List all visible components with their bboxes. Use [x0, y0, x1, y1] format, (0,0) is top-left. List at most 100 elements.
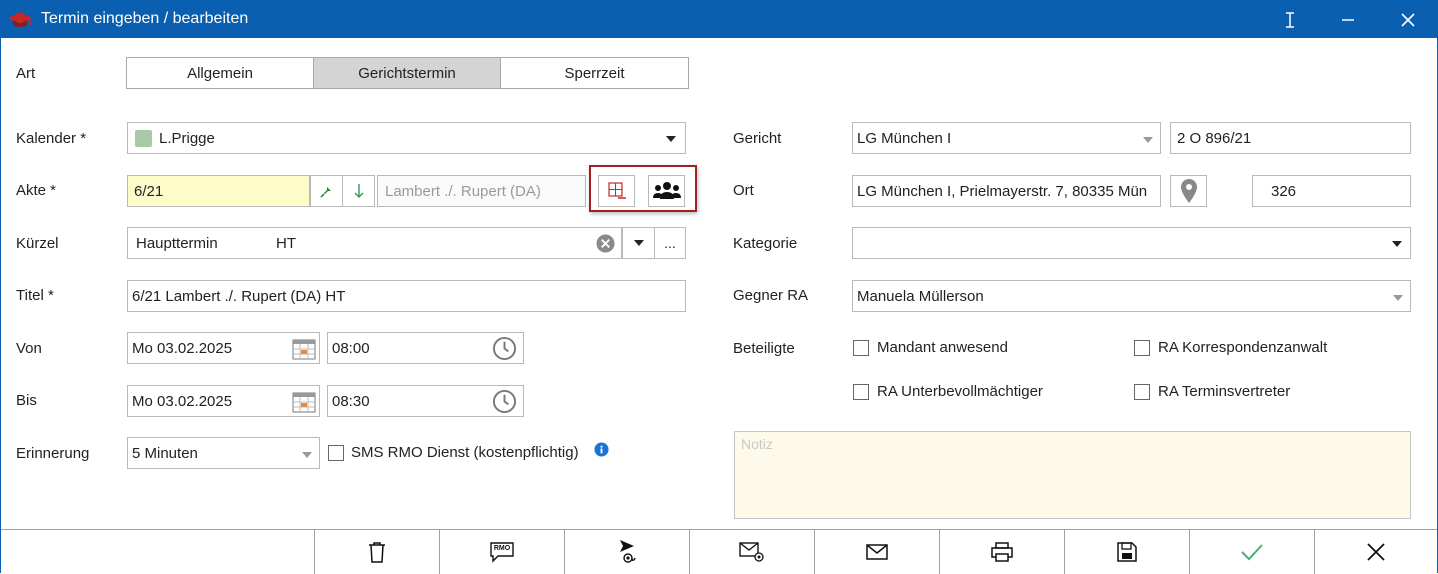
erinnerung-select[interactable]: 5 Minuten [127, 437, 320, 469]
terminsvertreter-checkbox[interactable] [1134, 384, 1150, 400]
bis-label: Bis [16, 392, 37, 409]
von-date: Mo 03.02.2025 [132, 340, 233, 357]
file-grid-icon [607, 182, 626, 199]
kategorie-label: Kategorie [733, 235, 798, 252]
room-value: 326 [1271, 183, 1297, 200]
sms-label: SMS RMO Dienst (kostenpflichtig) [351, 444, 579, 461]
art-label: Art [16, 65, 36, 82]
chevron-down-icon [1143, 137, 1153, 143]
minimize-button[interactable] [1319, 1, 1377, 38]
title-bar: Termin eingeben / bearbeiten [1, 1, 1437, 38]
titel-value: 6/21 Lambert ./. Rupert (DA) HT [132, 288, 346, 305]
bis-date: Mo 03.02.2025 [132, 393, 233, 410]
cancel-button[interactable] [1314, 530, 1437, 574]
email-button[interactable] [814, 530, 939, 574]
von-time-input[interactable]: 08:00 [327, 332, 524, 364]
aktenzeichen-value: 2 O 896/21 [1177, 130, 1252, 147]
von-label: Von [16, 340, 42, 357]
ort-input[interactable]: LG München I, Prielmayerstr. 7, 80335 Mü… [852, 175, 1161, 207]
bis-date-input[interactable]: Mo 03.02.2025 [127, 385, 320, 417]
participants-button[interactable] [648, 175, 685, 207]
kuerzel-label: Kürzel [16, 235, 59, 252]
beteiligte-label: Beteiligte [733, 340, 795, 357]
kuerzel-more-button[interactable]: ... [654, 227, 686, 259]
delete-button[interactable] [314, 530, 439, 574]
gegner-ra-select[interactable]: Manuela Müllerson [852, 280, 1411, 312]
sms-button[interactable]: RMO [439, 530, 564, 574]
aktenzeichen-input[interactable]: 2 O 896/21 [1170, 122, 1411, 154]
kalender-select[interactable]: L.Prigge [127, 122, 686, 154]
von-date-input[interactable]: Mo 03.02.2025 [127, 332, 320, 364]
notiz-textarea[interactable]: Notiz [734, 431, 1411, 519]
send-email-button[interactable] [564, 530, 689, 574]
akte-overview-button[interactable] [598, 175, 635, 207]
kategorie-select[interactable] [852, 227, 1411, 259]
users-icon [652, 182, 681, 199]
save-button[interactable] [1064, 530, 1189, 574]
map-button[interactable] [1170, 175, 1207, 207]
gericht-value: LG München I [857, 130, 952, 147]
kuerzel-input[interactable]: Haupttermin HT [127, 227, 622, 259]
bis-time: 08:30 [332, 393, 370, 410]
arrow-down-icon [354, 184, 363, 198]
bottom-toolbar: RMO [1, 529, 1437, 574]
email-at-button[interactable] [689, 530, 814, 574]
chevron-down-icon [1393, 295, 1403, 301]
tab-sperrzeit[interactable]: Sperrzeit [500, 57, 689, 89]
print-icon [991, 542, 1013, 562]
print-button[interactable] [939, 530, 1064, 574]
calendar-picker-button[interactable] [292, 391, 316, 417]
unterbevollmaechtiger-checkbox[interactable] [853, 384, 869, 400]
tab-allgemein[interactable]: Allgemein [126, 57, 314, 89]
kalender-value: L.Prigge [159, 130, 215, 147]
chevron-down-icon [666, 136, 676, 142]
kuerzel-dropdown-button[interactable] [622, 227, 655, 259]
mandant-checkbox[interactable] [853, 340, 869, 356]
erinnerung-label: Erinnerung [16, 445, 90, 462]
gericht-label: Gericht [733, 130, 782, 147]
calendar-picker-button[interactable] [292, 338, 316, 364]
bis-time-input[interactable]: 08:30 [327, 385, 524, 417]
time-picker-button[interactable] [492, 389, 517, 418]
kalender-label: Kalender * [16, 130, 87, 147]
time-picker-button[interactable] [492, 336, 517, 365]
tab-gerichtstermin[interactable]: Gerichtstermin [313, 57, 501, 89]
terminsvertreter-label: RA Terminsvertreter [1158, 383, 1291, 400]
minimize-icon [1342, 18, 1354, 21]
close-icon [1401, 12, 1415, 27]
graduation-cap-icon [7, 9, 33, 31]
clock-icon [492, 336, 517, 361]
pin-button[interactable] [310, 175, 343, 207]
map-pin-icon [1180, 179, 1197, 203]
clear-circle-icon [596, 234, 615, 253]
calendar-color-swatch [135, 130, 152, 147]
erinnerung-value: 5 Minuten [132, 445, 198, 462]
von-time: 08:00 [332, 340, 370, 357]
chevron-down-icon [1392, 241, 1402, 247]
mail-icon [866, 544, 888, 560]
room-input[interactable]: 326 [1252, 175, 1411, 207]
mandant-label: Mandant anwesend [877, 339, 1008, 356]
calendar-icon [292, 339, 316, 360]
info-icon[interactable] [594, 442, 609, 461]
mail-at-icon [739, 542, 764, 562]
save-icon [1117, 542, 1137, 562]
sms-checkbox[interactable] [328, 445, 344, 461]
ok-button[interactable] [1189, 530, 1314, 574]
gericht-select[interactable]: LG München I [852, 122, 1161, 154]
korrespondenzanwalt-label: RA Korrespondenzanwalt [1158, 339, 1328, 356]
titel-input[interactable]: 6/21 Lambert ./. Rupert (DA) HT [127, 280, 686, 312]
sms-icon: RMO [490, 541, 514, 563]
korrespondenzanwalt-checkbox[interactable] [1134, 340, 1150, 356]
text-cursor-icon [1286, 11, 1294, 28]
window-title: Termin eingeben / bearbeiten [41, 10, 249, 27]
akte-parties: Lambert ./. Rupert (DA) [385, 183, 541, 200]
clear-button[interactable] [596, 234, 615, 257]
akte-input[interactable]: 6/21 [127, 175, 310, 207]
text-cursor-button[interactable] [1261, 1, 1319, 38]
dialog-window: Termin eingeben / bearbeiten Art Allgeme… [0, 0, 1438, 574]
close-window-button[interactable] [1379, 1, 1437, 38]
send-at-icon [620, 540, 636, 563]
arrow-down-button[interactable] [342, 175, 375, 207]
akte-label: Akte * [16, 182, 57, 199]
